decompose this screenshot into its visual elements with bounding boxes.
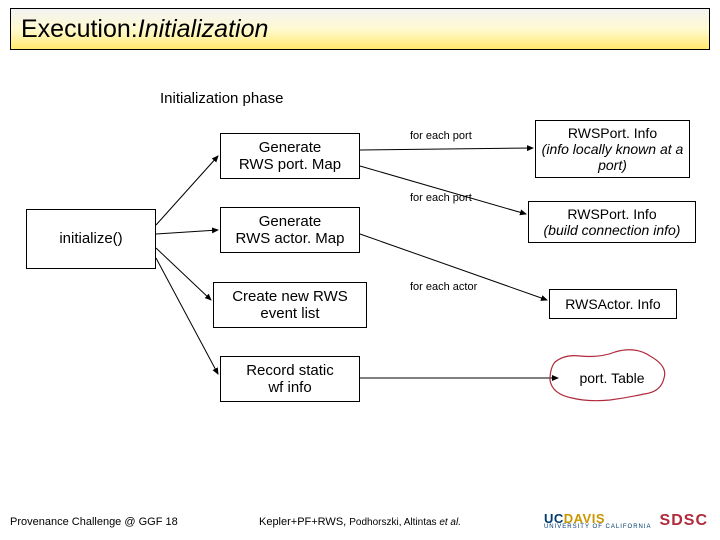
box-generate-portmap: Generate RWS port. Map: [220, 133, 360, 179]
slide-title-emphasis: Initialization: [138, 15, 269, 44]
info-portinfo-2-title: RWSPort. Info: [567, 206, 656, 222]
edge-label-port-1: for each port: [410, 130, 472, 142]
info-porttable: port. Table: [560, 363, 664, 393]
box-create-eventlist-text: Create new RWS event list: [232, 288, 348, 323]
box-create-eventlist: Create new RWS event list: [213, 282, 367, 328]
box-initialize: initialize(): [26, 209, 156, 269]
info-porttable-text: port. Table: [579, 370, 644, 386]
info-portinfo-2-sub: (build connection info): [544, 222, 681, 238]
info-actorinfo: RWSActor. Info: [549, 289, 677, 319]
edge-label-actor: for each actor: [410, 281, 477, 293]
info-portinfo-1: RWSPort. Info (info locally known at a p…: [535, 120, 690, 178]
info-portinfo-1-title: RWSPort. Info: [568, 125, 657, 141]
box-generate-portmap-text: Generate RWS port. Map: [239, 139, 341, 174]
footer-center-etal: et al.: [439, 517, 461, 528]
box-record-static-text: Record static wf info: [246, 362, 334, 397]
ucdavis-logo: UCDAVIS UNIVERSITY OF CALIFORNIA: [544, 511, 652, 530]
connectors-svg: [0, 0, 720, 540]
footer-center-prefix: Kepler+PF+RWS,: [259, 516, 349, 528]
info-portinfo-1-sub: (info locally known at a port): [540, 141, 685, 173]
info-actorinfo-text: RWSActor. Info: [565, 296, 660, 312]
edge-label-port-2: for each port: [410, 192, 472, 204]
slide-root: Execution: Initialization Initialization…: [0, 0, 720, 540]
slide-title-prefix: Execution:: [21, 15, 138, 44]
box-generate-actormap-text: Generate RWS actor. Map: [236, 213, 345, 248]
sdsc-logo: SDSC: [660, 512, 708, 530]
box-record-static: Record static wf info: [220, 356, 360, 402]
ucd-sub: UNIVERSITY OF CALIFORNIA: [544, 524, 652, 530]
logo-area: UCDAVIS UNIVERSITY OF CALIFORNIA SDSC: [544, 511, 708, 530]
info-portinfo-2: RWSPort. Info (build connection info): [528, 201, 696, 243]
phase-label: Initialization phase: [160, 90, 283, 107]
slide-title-banner: Execution: Initialization: [10, 8, 710, 50]
box-initialize-text: initialize(): [59, 230, 122, 247]
box-generate-actormap: Generate RWS actor. Map: [220, 207, 360, 253]
footer-center-authors: Podhorszki, Altintas: [349, 517, 439, 528]
